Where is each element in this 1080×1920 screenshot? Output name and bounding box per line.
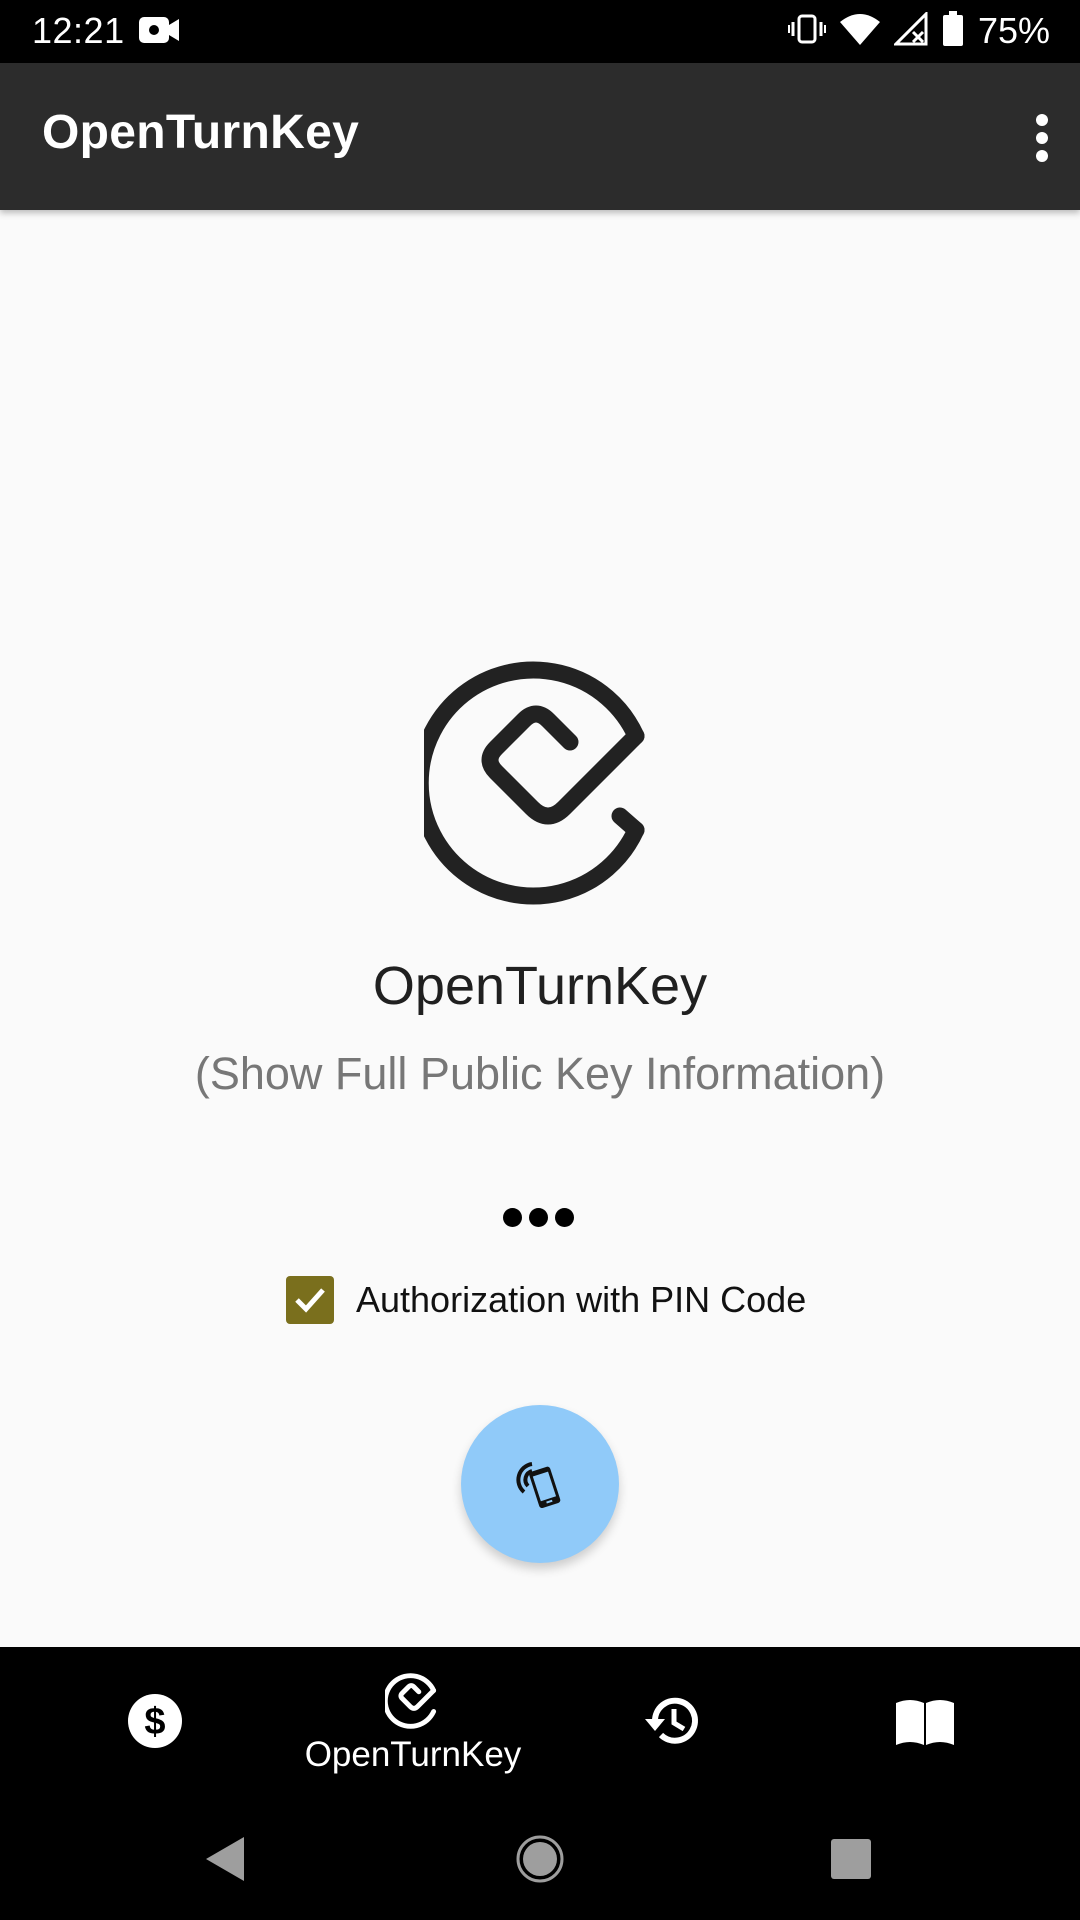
status-time: 12:21	[32, 10, 125, 51]
nav-item-openturnkey-label: OpenTurnKey	[304, 1735, 522, 1774]
nav-item-wallet[interactable]: $	[40, 1647, 270, 1798]
status-icons: 75%	[786, 9, 1050, 52]
loading-dot	[503, 1208, 522, 1227]
openturnkey-logo-icon	[411, 658, 664, 913]
video-camera-icon	[138, 13, 180, 52]
bottom-navigation: $ OpenTurnKey	[0, 1647, 1080, 1798]
pin-authorization-row[interactable]: Authorization with PIN Code	[286, 1276, 806, 1324]
book-icon	[896, 1700, 954, 1745]
check-icon	[295, 1288, 325, 1313]
history-icon	[645, 1697, 698, 1744]
nav-item-openturnkey[interactable]: OpenTurnKey	[298, 1647, 528, 1798]
battery-percent: 75%	[977, 10, 1050, 51]
app-name: OpenTurnKey	[372, 956, 708, 1016]
loading-dot	[555, 1208, 574, 1227]
svg-text:$: $	[144, 1701, 165, 1743]
system-navigation-bar	[0, 1798, 1080, 1920]
pin-checkbox-label: Authorization with PIN Code	[356, 1279, 807, 1320]
show-public-key-link[interactable]: (Show Full Public Key Information)	[0, 1048, 1080, 1100]
pin-checkbox[interactable]	[286, 1276, 334, 1324]
app-bar: OpenTurnKey	[0, 63, 1080, 210]
dollar-icon: $	[128, 1694, 182, 1748]
battery-icon	[942, 10, 964, 52]
nfc-read-button[interactable]	[461, 1405, 619, 1563]
status-bar: 12:21 75%	[0, 0, 1080, 63]
loading-indicator	[503, 1208, 574, 1227]
recents-icon[interactable]	[830, 1838, 872, 1880]
app-title: OpenTurnKey	[42, 106, 360, 159]
more-vert-icon	[1036, 114, 1048, 162]
vibrate-icon	[786, 14, 827, 49]
overflow-menu-button[interactable]	[1000, 103, 1060, 173]
nfc-phone-icon	[516, 1462, 561, 1509]
nav-item-history[interactable]	[556, 1647, 786, 1798]
home-icon[interactable]	[515, 1834, 565, 1884]
openturnkey-icon	[385, 1673, 437, 1729]
nav-item-guide[interactable]	[810, 1647, 1040, 1798]
signal-off-icon	[892, 9, 928, 51]
wifi-icon	[839, 13, 880, 50]
loading-dot	[529, 1208, 548, 1227]
back-icon[interactable]	[204, 1835, 248, 1883]
